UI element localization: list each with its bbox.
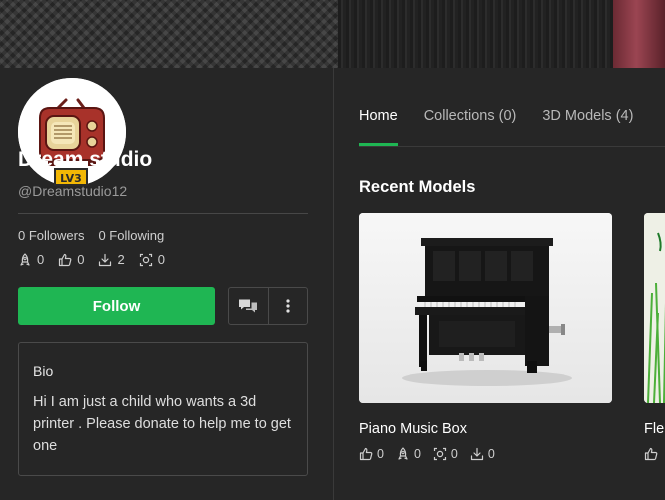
grass-image	[644, 213, 665, 403]
profile-banner	[0, 0, 665, 68]
boost-stat: 0	[18, 252, 44, 267]
model-like-stat: 0	[359, 447, 384, 461]
boost-icon	[20, 252, 30, 266]
thumbs-up-icon	[59, 253, 72, 266]
tabs-underline	[359, 146, 665, 147]
piano-image	[359, 213, 612, 403]
profile-handle: @Dreamstudio12	[18, 183, 128, 199]
download-icon	[470, 447, 483, 461]
model-title[interactable]: Piano Music Box	[359, 421, 612, 437]
download-stat: 2	[98, 252, 125, 267]
profile-divider	[18, 213, 308, 214]
thumbs-up-icon	[359, 447, 373, 461]
banner-dark-segment	[338, 0, 613, 68]
chat-icon	[239, 299, 258, 313]
tab-home[interactable]: Home	[359, 108, 398, 146]
model-boost-stat: 0	[396, 447, 421, 461]
follow-stats: 0 Followers 0 Following	[18, 228, 164, 243]
model-stats: 0 0 0 0	[359, 447, 612, 461]
print-count: 0	[157, 252, 165, 267]
print-scan-icon	[139, 253, 152, 266]
bio-card: Bio Hi I am just a child who wants a 3d …	[18, 342, 308, 476]
profile-stats: 0 0 2 0	[18, 252, 165, 267]
bio-text: Hi I am just a child who wants a 3d prin…	[33, 394, 291, 454]
tab-collections[interactable]: Collections (0)	[424, 108, 517, 146]
model-title[interactable]: Fle	[644, 421, 665, 437]
boost-icon	[398, 447, 408, 460]
download-count: 2	[117, 252, 125, 267]
model-download-count: 0	[487, 447, 495, 461]
banner-red-segment	[613, 0, 665, 68]
model-print-count: 0	[450, 447, 458, 461]
model-like-count: 0	[377, 447, 384, 461]
following-link[interactable]: 0 Following	[98, 228, 164, 243]
profile-sidebar: LV3 Dream studio @Dreamstudio12 0 Follow…	[0, 68, 333, 500]
more-options-button[interactable]	[269, 288, 308, 324]
profile-name: Dream studio	[18, 148, 153, 171]
like-stat: 0	[58, 252, 84, 267]
profile-tabs: Home Collections (0) 3D Models (4)	[359, 108, 659, 146]
profile-content: Home Collections (0) 3D Models (4) Recen…	[334, 68, 665, 500]
model-thumbnail[interactable]	[644, 213, 665, 403]
boost-count: 0	[37, 252, 45, 267]
print-stat: 0	[139, 252, 165, 267]
model-card[interactable]: Fle	[644, 213, 665, 461]
model-thumbnail[interactable]	[359, 213, 612, 403]
model-stats	[644, 447, 665, 461]
thumbs-up-icon	[644, 447, 658, 461]
section-title: Recent Models	[359, 178, 476, 196]
model-like-stat	[644, 447, 658, 461]
model-card[interactable]: Piano Music Box 0 0 0 0	[359, 213, 612, 461]
model-boost-count: 0	[413, 447, 421, 461]
followers-link[interactable]: 0 Followers	[18, 228, 84, 243]
download-icon	[99, 253, 112, 266]
more-vertical-icon	[286, 299, 290, 313]
profile-actions	[228, 287, 308, 325]
message-button[interactable]	[229, 288, 269, 324]
tab-3d-models[interactable]: 3D Models (4)	[542, 108, 633, 146]
like-count: 0	[77, 252, 85, 267]
print-scan-icon	[433, 447, 447, 461]
model-download-stat: 0	[470, 447, 495, 461]
model-print-stat: 0	[433, 447, 458, 461]
follow-button[interactable]: Follow	[18, 287, 215, 325]
bio-title: Bio	[33, 363, 54, 379]
